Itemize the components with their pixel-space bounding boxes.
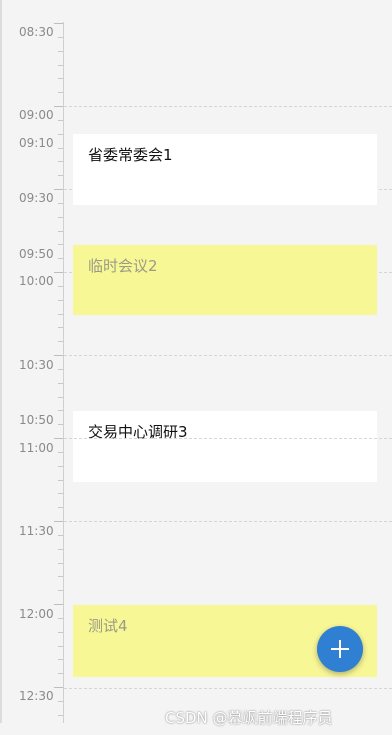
time-label: 10:00: [19, 274, 54, 288]
time-label: 12:00: [19, 607, 54, 621]
ruler-tick: [58, 120, 63, 121]
grid-line: [64, 355, 392, 356]
watermark-text: CSDN @幕飒前端程序员: [165, 709, 333, 727]
ruler-tick: [54, 272, 63, 273]
ruler-tick: [58, 507, 63, 508]
ruler-tick: [54, 687, 63, 688]
ruler-tick: [58, 286, 63, 287]
ruler-tick: [58, 397, 63, 398]
ruler-tick: [58, 549, 63, 550]
event-title: 临时会议2: [88, 257, 158, 275]
ruler-tick: [58, 148, 63, 149]
ruler-tick: [58, 300, 63, 301]
ruler-tick: [58, 369, 63, 370]
ruler-tick: [58, 618, 63, 619]
time-label: 10:50: [19, 413, 54, 427]
ruler-tick: [54, 106, 63, 107]
ruler-tick: [58, 203, 63, 204]
time-label: 11:00: [19, 441, 54, 455]
grid-line: [64, 106, 392, 107]
time-label: 08:30: [19, 25, 54, 39]
calendar-day-view: 08:30 09:00 09:10 09:30 09:50 10:00 10:3…: [0, 0, 392, 735]
ruler-tick: [58, 383, 63, 384]
time-label: 12:30: [19, 689, 54, 703]
ruler-tick: [58, 466, 63, 467]
ruler-tick: [54, 23, 63, 24]
ruler-tick: [58, 65, 63, 66]
ruler-tick: [54, 189, 63, 190]
ruler-tick: [58, 78, 63, 79]
ruler-tick: [58, 161, 63, 162]
ruler-tick: [58, 590, 63, 591]
time-label: 11:30: [19, 524, 54, 538]
left-edge-divider: [0, 0, 2, 735]
ruler-tick: [58, 217, 63, 218]
ruler-tick: [58, 659, 63, 660]
tab-calendar-icon[interactable]: [40, 729, 56, 735]
event-card[interactable]: 省委常委会1: [73, 134, 377, 205]
ruler-tick: [58, 314, 63, 315]
ruler-tick: [58, 341, 63, 342]
ruler-tick: [58, 231, 63, 232]
tab-profile-icon[interactable]: [332, 729, 348, 735]
ruler-tick: [58, 134, 63, 135]
ruler-tick: [54, 521, 63, 522]
ruler-tick: [58, 452, 63, 453]
time-label: 09:00: [19, 108, 54, 122]
ruler-tick: [58, 715, 63, 716]
ruler-tick: [58, 51, 63, 52]
ruler-tick: [58, 410, 63, 411]
ruler-tick: [58, 175, 63, 176]
ruler-tick: [58, 327, 63, 328]
ruler-tick: [54, 355, 63, 356]
ruler-tick: [58, 563, 63, 564]
ruler-tick: [54, 604, 63, 605]
ruler-tick: [58, 632, 63, 633]
time-label: 09:30: [19, 191, 54, 205]
event-card[interactable]: 临时会议2: [73, 245, 377, 315]
ruler-tick: [58, 535, 63, 536]
event-title: 省委常委会1: [88, 146, 173, 164]
ruler-tick: [58, 673, 63, 674]
time-ruler: [63, 22, 64, 735]
ruler-tick: [58, 480, 63, 481]
ruler-tick: [58, 92, 63, 93]
grid-line: [64, 521, 392, 522]
tab-list-icon[interactable]: [138, 729, 154, 735]
plus-icon: [331, 640, 349, 658]
add-event-button[interactable]: [317, 626, 363, 672]
event-title: 测试4: [88, 617, 128, 635]
time-label: 09:50: [19, 247, 54, 261]
grid-line: [64, 688, 392, 689]
event-card[interactable]: 交易中心调研3: [73, 411, 377, 482]
ruler-tick: [58, 258, 63, 259]
ruler-tick: [58, 701, 63, 702]
time-label: 10:30: [19, 358, 54, 372]
ruler-tick: [58, 37, 63, 38]
ruler-tick: [58, 646, 63, 647]
grid-line: [64, 438, 392, 439]
ruler-tick: [58, 424, 63, 425]
ruler-tick: [58, 493, 63, 494]
ruler-tick: [54, 438, 63, 439]
time-label: 09:10: [19, 136, 54, 150]
ruler-tick: [58, 576, 63, 577]
ruler-tick: [58, 244, 63, 245]
